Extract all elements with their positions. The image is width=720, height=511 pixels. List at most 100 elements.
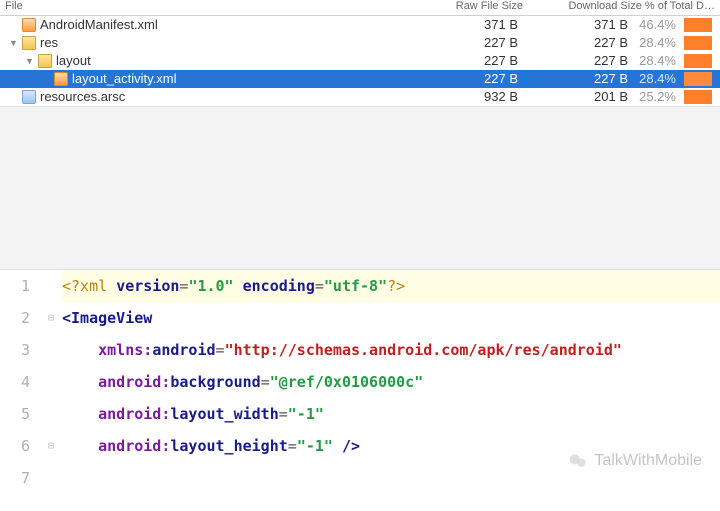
code-token — [62, 405, 98, 423]
code-editor[interactable]: 1234567 ⊟⊟ <?xml version="1.0" encoding=… — [0, 270, 720, 494]
fold-spacer — [40, 366, 62, 398]
code-token: "http://schemas.android.com/apk/res/andr… — [225, 341, 622, 359]
code-token: android: — [98, 405, 170, 423]
code-token — [62, 341, 98, 359]
tree-name-cell[interactable]: ▼ layout — [0, 52, 440, 70]
arsc-file-icon — [22, 90, 36, 104]
tree-row[interactable]: ▶AndroidManifest.xml371 B371 B46.4% — [0, 16, 720, 34]
code-token: = — [216, 341, 225, 359]
download-percent: 46.4% — [636, 16, 676, 34]
tree-row[interactable]: ▼ res 227 B 227 B 28.4% — [0, 34, 720, 52]
fold-spacer — [40, 270, 62, 302]
line-number: 2 — [0, 302, 30, 334]
line-number: 7 — [0, 462, 30, 494]
line-number: 1 — [0, 270, 30, 302]
code-token: android: — [98, 373, 170, 391]
size-bar — [684, 18, 712, 32]
code-token: <?xml — [62, 277, 116, 295]
tree-row[interactable]: ▶resources.arsc932 B 201 B 25.2% — [0, 88, 720, 106]
code-token: "1.0" — [188, 277, 233, 295]
fold-column[interactable]: ⊟⊟ — [40, 270, 62, 494]
tree-item-label: layout — [56, 52, 91, 70]
code-token: android: — [98, 437, 170, 455]
raw-size: 227 B — [440, 70, 530, 88]
code-token — [62, 373, 98, 391]
download-size-cell: 371 B 46.4% — [530, 16, 716, 34]
download-size: 371 B — [594, 16, 628, 34]
folder-file-icon — [22, 36, 36, 50]
code-token: encoding — [243, 277, 315, 295]
code-line[interactable] — [62, 462, 720, 494]
download-size-cell: 227 B 28.4% — [530, 52, 716, 70]
code-token — [234, 277, 243, 295]
code-token: "utf-8" — [324, 277, 387, 295]
code-token: xmlns: — [98, 341, 152, 359]
code-area[interactable]: <?xml version="1.0" encoding="utf-8"?><I… — [62, 270, 720, 494]
size-bar — [684, 90, 712, 104]
size-bar — [684, 36, 712, 50]
code-token: = — [315, 277, 324, 295]
code-line[interactable]: android:background="@ref/0x0106000c" — [62, 366, 720, 398]
fold-toggle-icon[interactable]: ⊟ — [40, 302, 62, 334]
tree-name-cell[interactable]: ▶layout_activity.xml — [0, 70, 440, 88]
folder-file-icon — [38, 54, 52, 68]
code-token: "-1" — [297, 437, 333, 455]
size-bar — [684, 54, 712, 68]
fold-toggle-icon[interactable]: ⊟ — [40, 430, 62, 462]
code-line[interactable]: <?xml version="1.0" encoding="utf-8"?> — [62, 270, 720, 302]
code-token: "@ref/0x0106000c" — [270, 373, 424, 391]
column-raw-size[interactable]: Raw File Size — [445, 0, 535, 12]
download-size-cell: 227 B 28.4% — [530, 34, 716, 52]
code-token: android — [152, 341, 215, 359]
line-number: 3 — [0, 334, 30, 366]
download-percent: 28.4% — [636, 34, 676, 52]
code-line[interactable]: android:layout_width="-1" — [62, 398, 720, 430]
line-number: 4 — [0, 366, 30, 398]
disclosure-triangle-icon[interactable]: ▼ — [8, 38, 19, 49]
code-token: = — [279, 405, 288, 423]
splitter[interactable] — [0, 106, 720, 270]
code-token: ?> — [387, 277, 405, 295]
download-percent: 25.2% — [636, 88, 676, 106]
xml-file-icon — [54, 72, 68, 86]
fold-spacer — [40, 398, 62, 430]
code-token: layout_height — [170, 437, 287, 455]
tree-name-cell[interactable]: ▼ res — [0, 34, 440, 52]
size-bar — [684, 72, 712, 86]
tree-name-cell[interactable]: ▶resources.arsc — [0, 88, 440, 106]
xml-file-icon — [22, 18, 36, 32]
download-size: 227 B — [594, 70, 628, 88]
line-number: 5 — [0, 398, 30, 430]
download-size-cell: 201 B 25.2% — [530, 88, 716, 106]
code-token: = — [261, 373, 270, 391]
raw-size: 371 B — [440, 16, 530, 34]
download-size: 201 B — [594, 88, 628, 106]
raw-size: 932 B — [440, 88, 530, 106]
raw-size: 227 B — [440, 34, 530, 52]
column-download-size[interactable]: Download Size % of Total D… — [535, 0, 715, 12]
code-line[interactable]: android:layout_height="-1" /> — [62, 430, 720, 462]
file-tree[interactable]: ▶AndroidManifest.xml371 B371 B46.4%▼res2… — [0, 16, 720, 106]
download-percent: 28.4% — [636, 52, 676, 70]
download-size-cell: 227 B28.4% — [530, 70, 716, 88]
disclosure-triangle-icon[interactable]: ▼ — [24, 56, 35, 67]
code-line[interactable]: xmlns:android="http://schemas.android.co… — [62, 334, 720, 366]
code-token: = — [288, 437, 297, 455]
tree-item-label: resources.arsc — [40, 88, 125, 106]
code-token: layout_width — [170, 405, 278, 423]
code-line[interactable]: <ImageView — [62, 302, 720, 334]
tree-name-cell[interactable]: ▶AndroidManifest.xml — [0, 16, 440, 34]
tree-item-label: res — [40, 34, 58, 52]
code-token: background — [170, 373, 260, 391]
column-file[interactable]: File — [5, 0, 445, 12]
tree-item-label: layout_activity.xml — [72, 70, 177, 88]
tree-row[interactable]: ▼ layout 227 B227 B 28.4% — [0, 52, 720, 70]
tree-row[interactable]: ▶layout_activity.xml227 B227 B28.4% — [0, 70, 720, 88]
code-token: version — [116, 277, 179, 295]
download-size: 227 B — [594, 34, 628, 52]
code-token — [62, 437, 98, 455]
line-number: 6 — [0, 430, 30, 462]
download-size: 227 B — [594, 52, 628, 70]
line-gutter: 1234567 — [0, 270, 40, 494]
code-token: /> — [333, 437, 360, 455]
